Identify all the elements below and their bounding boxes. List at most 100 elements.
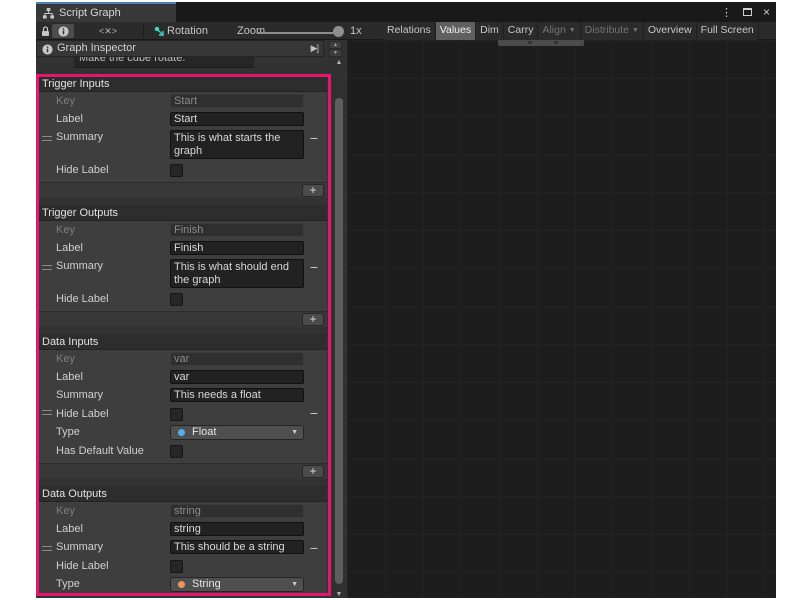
list-footer: + bbox=[38, 311, 327, 327]
key-row: Key bbox=[38, 94, 327, 112]
drag-handle-icon[interactable] bbox=[42, 136, 52, 141]
window-menu-icon[interactable]: ⋮ bbox=[721, 6, 732, 19]
label-field[interactable] bbox=[170, 522, 304, 536]
label-field[interactable] bbox=[170, 241, 304, 255]
chevron-down-icon: ▼ bbox=[632, 27, 639, 34]
script-graph-window: Script Graph ⋮ × <✕> bbox=[36, 2, 776, 598]
section-title: Data Outputs bbox=[38, 486, 327, 502]
key-field bbox=[170, 94, 304, 108]
graph-inspector-body: Make the cube rotate. Trigger Inputs Key… bbox=[36, 57, 331, 598]
inspector-title: Graph Inspector bbox=[57, 41, 136, 56]
key-row: Key bbox=[38, 504, 327, 522]
full-screen-button[interactable]: Full Screen bbox=[697, 22, 759, 40]
list-footer: + bbox=[38, 463, 327, 479]
key-field bbox=[170, 352, 304, 366]
hide-label-checkbox[interactable] bbox=[170, 293, 183, 306]
scroll-up-icon[interactable]: ▲ bbox=[332, 59, 346, 66]
summary-row: Summary bbox=[38, 388, 327, 406]
node-port-icon bbox=[554, 41, 558, 44]
key-field bbox=[170, 223, 304, 237]
has-default-checkbox[interactable] bbox=[170, 445, 183, 458]
overview-button[interactable]: Overview bbox=[644, 22, 697, 40]
label-row: Label bbox=[38, 370, 327, 388]
info-icon bbox=[58, 26, 69, 37]
summary-row: Summary This is what starts the graph − bbox=[38, 130, 327, 163]
key-row: Key bbox=[38, 223, 327, 241]
has-default-row: Has Default Value bbox=[38, 444, 327, 462]
zoom-label: Zoom bbox=[237, 25, 265, 37]
type-dropdown[interactable]: String ▼ bbox=[170, 577, 304, 592]
inspector-scrollbar: ▲ ▼ bbox=[332, 57, 346, 598]
add-item-button[interactable]: + bbox=[302, 465, 324, 478]
summary-row: Summary − bbox=[38, 540, 327, 558]
list-footer: + bbox=[38, 182, 327, 198]
graph-summary-text: Make the cube rotate. bbox=[74, 57, 254, 64]
inspector-toggle-button[interactable] bbox=[52, 24, 74, 38]
remove-item-button[interactable]: − bbox=[307, 131, 321, 145]
dock-pane-icon[interactable]: ▶] bbox=[311, 41, 318, 56]
rotation-node-icon bbox=[153, 24, 165, 38]
relations-button[interactable]: Relations bbox=[383, 22, 436, 40]
label-row: Label bbox=[38, 241, 327, 259]
node-port-icon bbox=[528, 41, 532, 44]
label-field[interactable] bbox=[170, 112, 304, 126]
toolbar-separator bbox=[143, 24, 144, 38]
zoom-value: 1x bbox=[350, 25, 362, 37]
summary-field[interactable]: This is what should end the graph bbox=[170, 259, 304, 288]
graph-toolbar: <✕> Rotation Zoom 1x Relations Values Di… bbox=[36, 22, 776, 40]
hide-label-checkbox[interactable] bbox=[170, 560, 183, 573]
label-row: Label bbox=[38, 112, 327, 130]
section-title: Trigger Outputs bbox=[38, 205, 327, 221]
section-data-inputs: Data Inputs Key Label Summary − Hide Lab… bbox=[38, 334, 327, 479]
add-item-button[interactable]: + bbox=[302, 313, 324, 326]
remove-item-button[interactable]: − bbox=[307, 541, 321, 555]
hide-label-row: Hide Label bbox=[38, 292, 327, 310]
section-trigger-outputs: Trigger Outputs Key Label Summary This i… bbox=[38, 205, 327, 327]
maximize-icon[interactable] bbox=[743, 8, 752, 16]
tab-bar: Script Graph ⋮ × bbox=[36, 2, 776, 22]
node-fragment[interactable] bbox=[498, 40, 584, 46]
tab-title: Script Graph bbox=[59, 7, 121, 19]
label-row: Label bbox=[38, 522, 327, 540]
graph-summary-field[interactable]: Make the cube rotate. bbox=[74, 57, 254, 68]
scrollbar-thumb[interactable] bbox=[335, 98, 343, 584]
drag-handle-icon[interactable] bbox=[42, 265, 52, 270]
tab-script-graph[interactable]: Script Graph bbox=[36, 2, 176, 22]
distribute-button[interactable]: Distribute ▼ bbox=[581, 22, 644, 40]
rotation-label: Rotation bbox=[167, 25, 208, 37]
info-icon bbox=[42, 44, 53, 55]
label-field[interactable] bbox=[170, 370, 304, 384]
code-view-icon[interactable]: <✕> bbox=[94, 24, 122, 38]
hide-label-checkbox[interactable] bbox=[170, 164, 183, 177]
align-button[interactable]: Align ▼ bbox=[538, 22, 580, 40]
values-button[interactable]: Values bbox=[436, 22, 476, 40]
drag-handle-icon[interactable] bbox=[42, 546, 52, 551]
zoom-slider-handle[interactable] bbox=[333, 26, 344, 37]
toolbar-buttons: Relations Values Dim Carry Align ▼ Distr… bbox=[383, 22, 759, 40]
hide-label-row: Hide Label bbox=[38, 407, 327, 425]
close-icon[interactable]: × bbox=[763, 5, 770, 19]
add-item-button[interactable]: + bbox=[302, 184, 324, 197]
type-dropdown[interactable]: Float ▼ bbox=[170, 425, 304, 440]
summary-field[interactable]: This is what starts the graph bbox=[170, 130, 304, 159]
hide-label-checkbox[interactable] bbox=[170, 408, 183, 421]
dropdown-arrow-icon: ▼ bbox=[291, 429, 298, 436]
spinner-up-icon[interactable]: ▲ bbox=[329, 41, 342, 49]
float-type-icon bbox=[178, 429, 185, 436]
lock-icon[interactable] bbox=[38, 24, 52, 38]
section-title: Trigger Inputs bbox=[38, 76, 327, 92]
spinner-down-icon[interactable]: ▼ bbox=[329, 49, 342, 57]
zoom-slider-track[interactable] bbox=[257, 32, 341, 34]
summary-field[interactable] bbox=[170, 388, 304, 402]
summary-field[interactable] bbox=[170, 540, 304, 554]
chevron-down-icon: ▼ bbox=[569, 27, 576, 34]
section-trigger-inputs: Trigger Inputs Key Label Summary This is… bbox=[38, 76, 327, 198]
dropdown-arrow-icon: ▼ bbox=[291, 581, 298, 588]
dim-button[interactable]: Dim bbox=[476, 22, 504, 40]
scroll-down-icon[interactable]: ▼ bbox=[332, 591, 346, 598]
type-row: Type String ▼ bbox=[38, 577, 327, 595]
carry-button[interactable]: Carry bbox=[504, 22, 539, 40]
hide-label-row: Hide Label bbox=[38, 163, 327, 181]
remove-item-button[interactable]: − bbox=[307, 260, 321, 274]
graph-canvas[interactable] bbox=[347, 40, 776, 598]
